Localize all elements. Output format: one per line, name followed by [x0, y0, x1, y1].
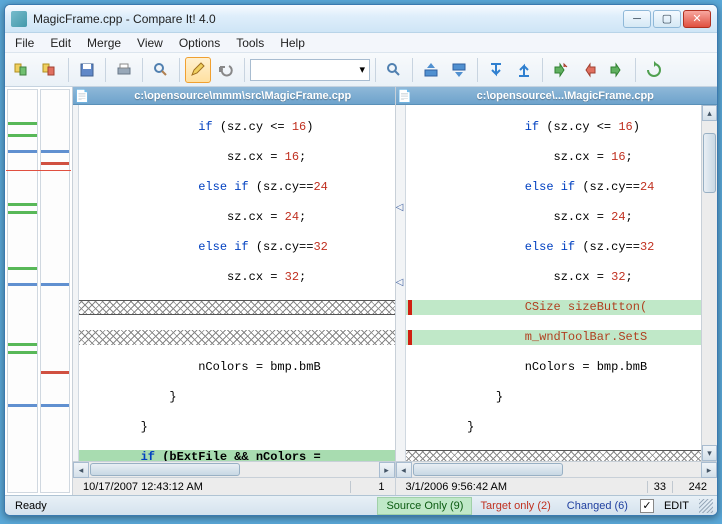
- vscrollbar[interactable]: ▴ ▾: [701, 105, 717, 461]
- save-button[interactable]: [74, 57, 100, 83]
- left-hscrollbar[interactable]: ◂ ▸: [73, 461, 395, 477]
- close-button[interactable]: ✕: [683, 10, 711, 28]
- chevron-down-icon: ▾: [359, 63, 365, 76]
- right-code[interactable]: if (sz.cy <= 16) sz.cx = 16; else if (sz…: [406, 105, 702, 461]
- menu-view[interactable]: View: [129, 34, 171, 52]
- open-button[interactable]: [37, 57, 63, 83]
- menu-merge[interactable]: Merge: [79, 34, 129, 52]
- prev-diff-button[interactable]: [418, 57, 444, 83]
- resize-grip-icon[interactable]: [699, 499, 713, 513]
- left-file-date: 10/17/2007 12:43:12 AM: [77, 481, 351, 493]
- menu-help[interactable]: Help: [272, 34, 313, 52]
- status-source-only[interactable]: Source Only (9): [377, 497, 472, 515]
- file-icon: 📄: [73, 87, 91, 105]
- right-line-number: 33: [648, 481, 673, 493]
- next-diff-button[interactable]: [446, 57, 472, 83]
- toolbar: ▾: [5, 53, 717, 87]
- hscroll-thumb[interactable]: [90, 463, 240, 476]
- overview-left[interactable]: [7, 89, 38, 493]
- hscroll-thumb[interactable]: [413, 463, 563, 476]
- status-changed[interactable]: Changed (6): [559, 498, 636, 514]
- menu-options[interactable]: Options: [171, 34, 228, 52]
- find-button[interactable]: [148, 57, 174, 83]
- right-hscrollbar[interactable]: ◂ ▸: [396, 461, 718, 477]
- scroll-left-button[interactable]: ◂: [73, 462, 89, 478]
- menu-file[interactable]: File: [7, 34, 42, 52]
- status-ready: Ready: [9, 500, 53, 512]
- right-pane-status: 3/1/2006 9:56:42 AM 33 242: [396, 477, 718, 495]
- refresh-button[interactable]: [641, 57, 667, 83]
- last-diff-button[interactable]: [511, 57, 537, 83]
- menubar: File Edit Merge View Options Tools Help: [5, 33, 717, 53]
- right-file-path: c:\opensource\...\MagicFrame.cpp: [414, 90, 718, 102]
- window-title: MagicFrame.cpp - Compare It! 4.0: [33, 12, 623, 26]
- file-icon: 📄: [396, 87, 414, 105]
- zoom-button[interactable]: [381, 57, 407, 83]
- status-edit-mode: EDIT: [658, 500, 695, 512]
- scroll-right-button[interactable]: ▸: [701, 462, 717, 478]
- scroll-right-button[interactable]: ▸: [379, 462, 395, 478]
- minimize-button[interactable]: ─: [623, 10, 651, 28]
- left-file-path: c:\opensource\mmm\src\MagicFrame.cpp: [91, 90, 395, 102]
- print-button[interactable]: [111, 57, 137, 83]
- app-icon: [11, 11, 27, 27]
- menu-edit[interactable]: Edit: [42, 34, 79, 52]
- undo-button[interactable]: [213, 57, 239, 83]
- scroll-left-button[interactable]: ◂: [396, 462, 412, 478]
- missing-block: [79, 300, 395, 315]
- copy-both-button[interactable]: [548, 57, 574, 83]
- right-file-date: 3/1/2006 9:56:42 AM: [400, 481, 648, 493]
- scroll-up-button[interactable]: ▴: [702, 105, 717, 121]
- scroll-down-button[interactable]: ▾: [702, 445, 717, 461]
- left-pane-status: 10/17/2007 12:43:12 AM 1: [73, 477, 395, 495]
- left-pane-header[interactable]: 📄 c:\opensource\mmm\src\MagicFrame.cpp: [73, 87, 395, 105]
- missing-block: [79, 330, 395, 345]
- overview-strip[interactable]: [5, 87, 73, 495]
- vscroll-thumb[interactable]: [703, 133, 716, 193]
- left-code[interactable]: if (sz.cy <= 16) sz.cx = 16; else if (sz…: [79, 105, 395, 461]
- right-pane-header[interactable]: 📄 c:\opensource\...\MagicFrame.cpp: [396, 87, 718, 105]
- edit-mode-button[interactable]: [185, 57, 211, 83]
- right-col-number: 242: [673, 481, 713, 493]
- copy-to-right-button[interactable]: [604, 57, 630, 83]
- right-gutter: ◁ ◁: [396, 105, 406, 461]
- maximize-button[interactable]: ▢: [653, 10, 681, 28]
- missing-block: [406, 450, 702, 461]
- new-compare-button[interactable]: [9, 57, 35, 83]
- overview-right[interactable]: [40, 89, 71, 493]
- copy-to-left-button[interactable]: [576, 57, 602, 83]
- right-pane: 📄 c:\opensource\...\MagicFrame.cpp ◁ ◁ i…: [396, 87, 718, 495]
- status-target-only[interactable]: Target only (2): [472, 498, 558, 514]
- status-checkbox[interactable]: ✓: [640, 499, 654, 513]
- first-diff-button[interactable]: [483, 57, 509, 83]
- menu-tools[interactable]: Tools: [228, 34, 272, 52]
- diff-marker-icon[interactable]: ◁: [395, 277, 405, 287]
- left-pane: 📄 c:\opensource\mmm\src\MagicFrame.cpp i…: [73, 87, 396, 495]
- pattern-dropdown[interactable]: ▾: [250, 59, 370, 81]
- diff-marker-icon[interactable]: ◁: [395, 202, 405, 212]
- left-col-number: 1: [351, 481, 391, 493]
- statusbar: Ready Source Only (9) Target only (2) Ch…: [5, 495, 717, 515]
- titlebar[interactable]: MagicFrame.cpp - Compare It! 4.0 ─ ▢ ✕: [5, 5, 717, 33]
